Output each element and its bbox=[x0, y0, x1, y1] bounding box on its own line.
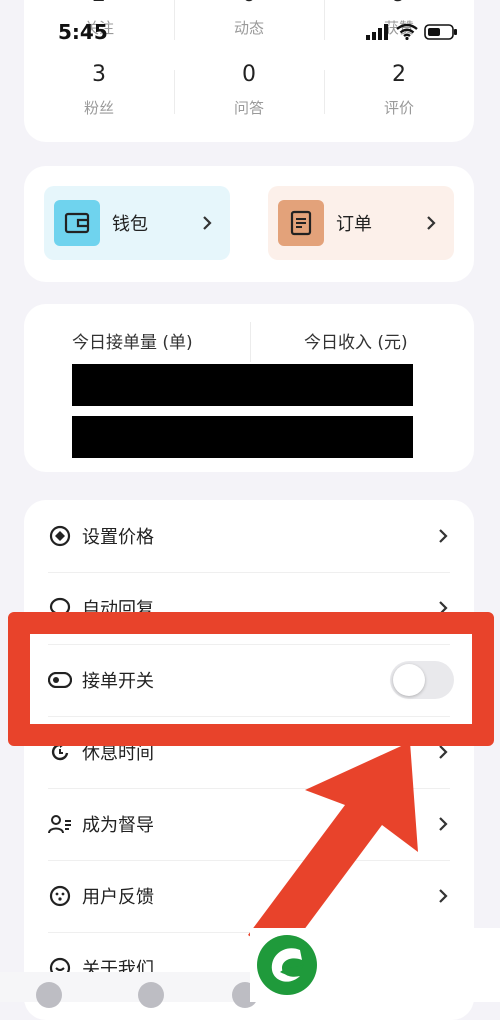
tab-home-icon[interactable] bbox=[36, 982, 62, 1008]
annotation-arrow bbox=[248, 742, 418, 958]
green-leaf-logo bbox=[257, 935, 317, 995]
logo-watermark bbox=[250, 928, 500, 1002]
tab-message-icon[interactable] bbox=[138, 982, 164, 1008]
